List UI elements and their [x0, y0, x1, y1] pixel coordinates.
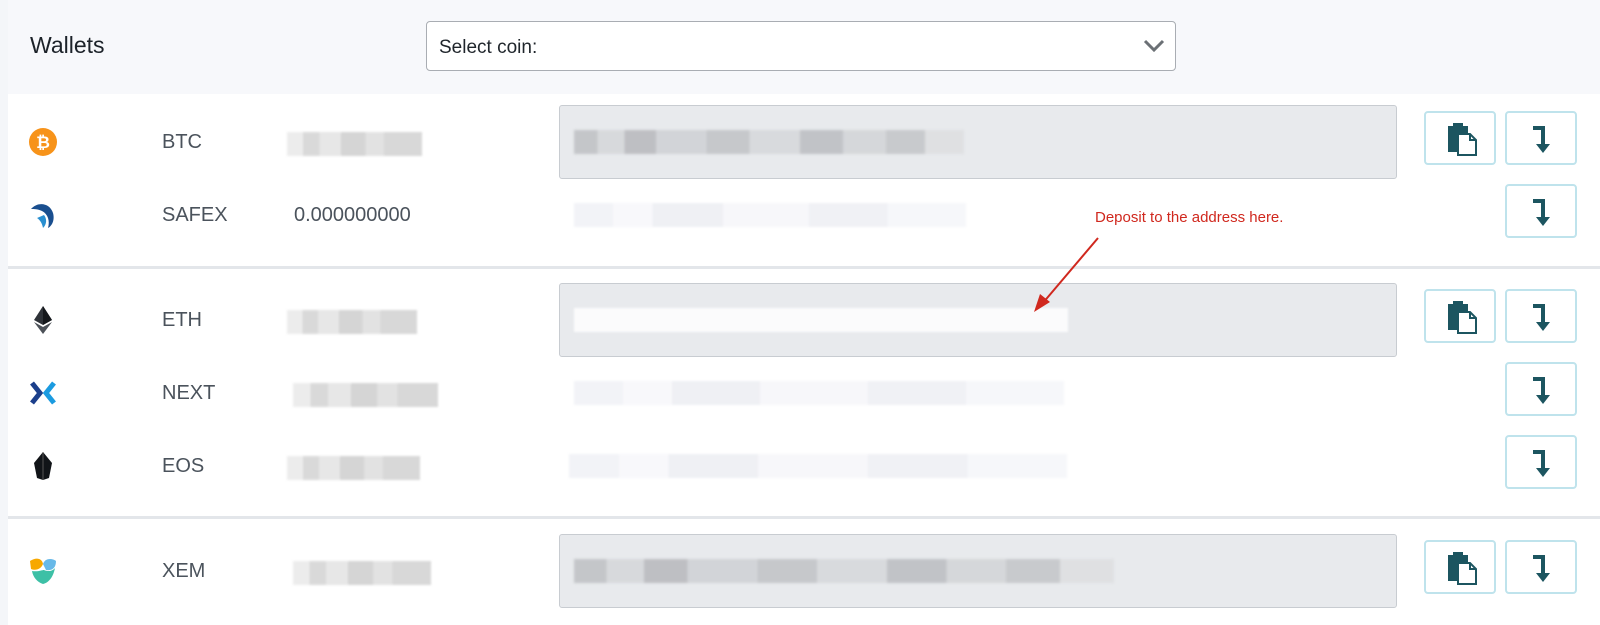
- coin-select-label: Select coin:: [439, 37, 538, 58]
- wallet-row-safex: SAFEX 0.000000000: [8, 178, 1600, 252]
- wallet-ticker: BTC: [162, 131, 202, 153]
- deposit-button[interactable]: [1505, 362, 1577, 416]
- deposit-button[interactable]: [1505, 111, 1577, 165]
- bitcoin-icon: ₿: [29, 128, 57, 156]
- wallet-row-btc: ₿ BTC: [8, 105, 1600, 179]
- group-divider: [8, 516, 1600, 519]
- deposit-arrow-icon: [1533, 377, 1550, 404]
- deposit-arrow-icon: [1533, 199, 1550, 226]
- nem-icon: [30, 558, 56, 584]
- wallet-ticker: ETH: [162, 309, 202, 331]
- wallet-balance-redacted: [287, 132, 422, 156]
- wallet-balance-redacted: [293, 561, 431, 585]
- ethereum-icon: [34, 306, 52, 334]
- wallet-ticker: EOS: [162, 455, 205, 477]
- wallet-address-redacted: [574, 203, 966, 227]
- wallet-balance-redacted: [287, 310, 417, 334]
- wallet-row-eth: ETH: [8, 283, 1600, 357]
- deposit-annotation: Deposit to the address here.: [1095, 209, 1284, 226]
- wallet-row-eos: EOS: [8, 429, 1600, 503]
- deposit-arrow-icon: [1533, 450, 1550, 477]
- nexty-icon: [30, 381, 56, 405]
- wallet-row-next: NEXT: [8, 356, 1600, 430]
- wallet-ticker: SAFEX: [162, 204, 228, 226]
- page-title: Wallets: [30, 32, 105, 58]
- wallet-balance-redacted: [293, 383, 438, 407]
- wallet-address-redacted: [574, 381, 1064, 405]
- annotation-arrow-icon: [1034, 237, 1099, 312]
- wallet-balance-redacted: [287, 456, 420, 480]
- wallet-balance: 0.000000000: [294, 204, 411, 226]
- deposit-button[interactable]: [1505, 184, 1577, 238]
- eos-icon: [34, 452, 52, 480]
- copy-document-icon: [1448, 552, 1477, 585]
- copy-address-button[interactable]: [1424, 289, 1496, 343]
- wallet-address-redacted: [569, 454, 1067, 478]
- wallet-row-xem: XEM: [8, 534, 1600, 608]
- wallet-ticker: NEXT: [162, 382, 216, 404]
- deposit-button[interactable]: [1505, 435, 1577, 489]
- deposit-button[interactable]: [1505, 540, 1577, 594]
- group-divider: [8, 266, 1600, 269]
- wallet-address-redacted: [574, 308, 1068, 332]
- chevron-down-icon: [1143, 39, 1165, 53]
- wallet-ticker: XEM: [162, 560, 206, 582]
- copy-document-icon: [1448, 301, 1477, 334]
- deposit-arrow-icon: [1533, 126, 1550, 153]
- svg-text:₿: ₿: [36, 133, 50, 152]
- deposit-arrow-icon: [1533, 304, 1550, 331]
- copy-document-icon: [1448, 123, 1477, 156]
- coin-select[interactable]: Select coin:: [426, 21, 1176, 71]
- copy-address-button[interactable]: [1424, 111, 1496, 165]
- deposit-button[interactable]: [1505, 289, 1577, 343]
- wallet-address-redacted: [574, 559, 1114, 583]
- wallet-address-redacted: [574, 130, 964, 154]
- deposit-arrow-icon: [1533, 555, 1550, 582]
- safex-icon: [31, 204, 54, 228]
- copy-address-button[interactable]: [1424, 540, 1496, 594]
